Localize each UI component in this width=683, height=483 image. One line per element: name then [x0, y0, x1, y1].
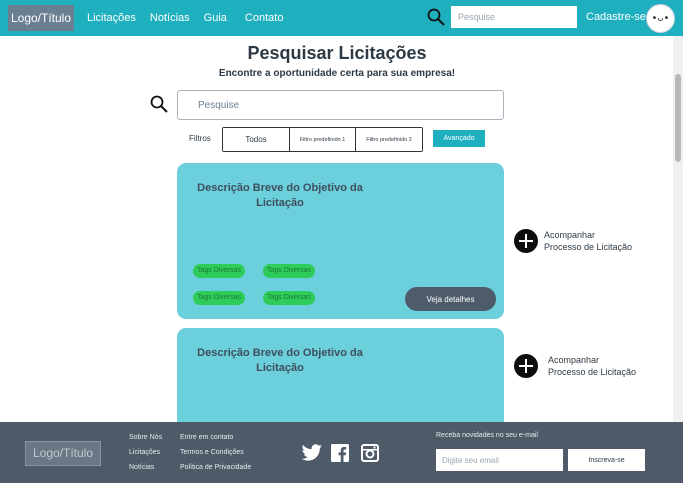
- filter-preset-2-button[interactable]: Filtro predefinido 2: [356, 128, 422, 151]
- search-icon[interactable]: [427, 8, 445, 26]
- footer-link-about[interactable]: Sobre Nós: [129, 434, 162, 441]
- footer-link-noticias[interactable]: Notícias: [129, 464, 154, 471]
- instagram-icon[interactable]: [361, 444, 379, 462]
- nav-item-contato[interactable]: Contato: [245, 12, 284, 24]
- footer-logo[interactable]: Logo/Título: [25, 441, 101, 466]
- footer-link-privacy[interactable]: Política de Privacidade: [180, 464, 251, 471]
- tag-badge[interactable]: Tags Diversas: [263, 264, 315, 278]
- result-card[interactable]: Descrição Breve do Objetivo da Licitação…: [177, 163, 504, 319]
- page-scrollbar[interactable]: [673, 36, 683, 422]
- main-search-input[interactable]: [177, 90, 504, 120]
- nav-item-licitacoes[interactable]: Licitações: [87, 12, 136, 24]
- top-nav-bar: Logo/Título Licitações Notícias Guia Con…: [0, 0, 683, 36]
- add-circle-icon[interactable]: [514, 354, 538, 378]
- filter-all-button[interactable]: Todos: [223, 128, 290, 151]
- view-details-button[interactable]: Veja detalhes: [405, 287, 496, 311]
- subscribe-button[interactable]: Inscreva-se: [568, 449, 645, 471]
- tag-badge[interactable]: Tags Diversas: [193, 264, 245, 278]
- page-subtitle: Encontre a oportunidade certa para sua e…: [218, 68, 456, 79]
- signup-link[interactable]: Cadastre-se: [586, 11, 646, 23]
- card-title: Descrição Breve do Objetivo da Licitação: [197, 182, 363, 209]
- newsletter-email-input[interactable]: [436, 449, 563, 471]
- filter-group: Todos Filtro predefinido 1 Filtro predef…: [222, 127, 423, 152]
- footer-link-contact[interactable]: Entre em contato: [180, 434, 233, 441]
- filter-preset-1-button[interactable]: Filtro predefinido 1: [290, 128, 356, 151]
- footer-link-licitacoes[interactable]: Licitações: [129, 449, 160, 456]
- logo[interactable]: Logo/Título: [8, 5, 74, 31]
- scrollbar-thumb[interactable]: [675, 74, 681, 162]
- card-title: Descrição Breve do Objetivo da Licitação: [197, 347, 363, 374]
- footer-link-terms[interactable]: Termos e Condições: [180, 449, 244, 456]
- filters-label: Filtros: [189, 134, 211, 143]
- nav-menu: Licitações Notícias Guia Contato: [87, 0, 297, 36]
- tag-badge[interactable]: Tags Diversas: [193, 291, 245, 305]
- header-search-input[interactable]: [451, 6, 577, 28]
- twitter-icon[interactable]: [301, 444, 323, 462]
- follow-process-link[interactable]: Acompanhar Processo de Licitação: [514, 229, 632, 253]
- follow-process-link[interactable]: Acompanhar Processo de Licitação: [514, 354, 636, 378]
- nav-item-noticias[interactable]: Notícias: [150, 12, 190, 24]
- avatar[interactable]: •ᴗ•: [646, 4, 675, 33]
- page-title: Pesquisar Licitações: [247, 43, 427, 63]
- advanced-filter-button[interactable]: Avançado: [433, 130, 485, 147]
- search-icon[interactable]: [150, 95, 168, 113]
- follow-label: Acompanhar Processo de Licitação: [544, 230, 633, 252]
- add-circle-icon[interactable]: [514, 229, 538, 253]
- footer: Logo/Título Sobre Nós Licitações Notícia…: [0, 422, 683, 483]
- newsletter-label: Receba novidades no seu e-mail: [436, 432, 538, 439]
- follow-label: Acompanhar Processo de Licitação: [548, 355, 637, 377]
- nav-item-guia[interactable]: Guia: [204, 12, 227, 24]
- tag-badge[interactable]: Tags Diversas: [263, 291, 315, 305]
- facebook-icon[interactable]: [331, 444, 349, 462]
